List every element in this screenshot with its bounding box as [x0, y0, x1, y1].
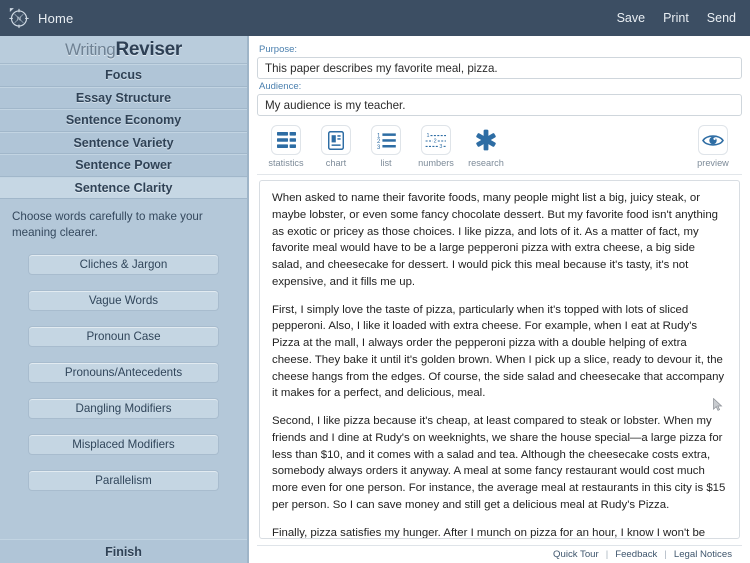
subnav-parallelism[interactable]: Parallelism — [28, 469, 219, 491]
tool-numbers[interactable]: 1 2 3 numbers — [411, 125, 461, 168]
app-logo: WritingReviser — [0, 36, 247, 64]
top-bar-actions: Save Print Send — [617, 11, 736, 25]
tool-preview[interactable]: preview — [688, 125, 738, 168]
tool-list-label: list — [380, 158, 392, 168]
footer-separator: | — [664, 549, 667, 560]
tool-chart-label: chart — [325, 158, 347, 168]
logo-text-light: Writing — [64, 39, 116, 59]
home-label: Home — [38, 10, 74, 26]
tool-chart[interactable]: chart — [311, 125, 361, 168]
svg-text:3: 3 — [439, 144, 442, 149]
sidebar: WritingReviser Focus Essay Structure Sen… — [0, 36, 248, 563]
sidebar-item-sentence-power[interactable]: Sentence Power — [0, 154, 247, 177]
tool-bar: statistics chart 1 2 3 list 1 2 3 number… — [257, 116, 742, 175]
subnav-misplaced-modifiers[interactable]: Misplaced Modifiers — [28, 433, 219, 455]
purpose-label: Purpose: — [259, 44, 298, 55]
sidebar-item-sentence-variety[interactable]: Sentence Variety — [0, 131, 247, 154]
app-body: WritingReviser Focus Essay Structure Sen… — [0, 36, 750, 563]
sidebar-item-sentence-clarity[interactable]: Sentence Clarity — [0, 176, 247, 199]
essay-paragraph: First, I simply love the taste of pizza,… — [272, 303, 725, 400]
sidebar-item-focus[interactable]: Focus — [0, 64, 247, 87]
main-panel: Purpose: Audience: — [248, 36, 750, 563]
subnav-pronouns-antecedents[interactable]: Pronouns/Antecedents — [28, 361, 219, 383]
compass-icon: N — [9, 8, 29, 29]
tool-statistics[interactable]: statistics — [261, 125, 311, 168]
audience-label: Audience: — [259, 81, 302, 92]
svg-text:1: 1 — [427, 133, 430, 139]
sidebar-subnav: Cliches & Jargon Vague Words Pronoun Cas… — [0, 250, 247, 539]
essay-textarea[interactable]: When asked to name their favorite foods,… — [259, 180, 740, 539]
research-asterisk-icon — [471, 125, 501, 155]
logo-text: WritingReviser — [65, 39, 182, 61]
tool-preview-label: preview — [697, 158, 729, 168]
chart-icon — [321, 125, 351, 155]
section-description: Choose words carefully to make your mean… — [0, 199, 247, 250]
audience-input[interactable] — [257, 94, 742, 116]
list-icon: 1 2 3 — [371, 125, 401, 155]
svg-text:N: N — [17, 16, 21, 22]
logo-text-bold: Reviser — [115, 38, 183, 60]
tool-numbers-label: numbers — [418, 158, 454, 168]
subnav-dangling-modifiers[interactable]: Dangling Modifiers — [28, 397, 219, 419]
tool-list[interactable]: 1 2 3 list — [361, 125, 411, 168]
tool-research-label: research — [468, 158, 504, 168]
sidebar-item-essay-structure[interactable]: Essay Structure — [0, 86, 247, 109]
eye-icon — [698, 125, 728, 155]
save-button[interactable]: Save — [617, 11, 646, 25]
writing-reviser-app: N Home Save Print Send WritingReviser Fo… — [0, 0, 750, 563]
subnav-vague-words[interactable]: Vague Words — [28, 289, 219, 311]
finish-button[interactable]: Finish — [0, 539, 247, 563]
home-button[interactable]: N Home — [8, 7, 73, 29]
send-button[interactable]: Send — [707, 11, 736, 25]
legal-notices-link[interactable]: Legal Notices — [674, 549, 732, 560]
subnav-cliches-jargon[interactable]: Cliches & Jargon — [28, 253, 219, 275]
statistics-icon — [271, 125, 301, 155]
svg-text:3: 3 — [377, 145, 381, 149]
svg-text:2: 2 — [434, 138, 437, 144]
essay-paragraph: Finally, pizza satisfies my hunger. Afte… — [272, 526, 706, 539]
feedback-link[interactable]: Feedback — [615, 549, 657, 560]
footer-separator: | — [605, 549, 609, 560]
sidebar-item-sentence-economy[interactable]: Sentence Economy — [0, 109, 247, 132]
subnav-pronoun-case[interactable]: Pronoun Case — [28, 325, 219, 347]
tool-research[interactable]: research — [461, 125, 511, 168]
essay-paragraph: Second, I like pizza because it's cheap,… — [272, 415, 726, 512]
footer: Quick Tour | Feedback | Legal Notices — [257, 545, 742, 563]
sidebar-nav: Focus Essay Structure Sentence Economy S… — [0, 64, 247, 199]
essay-area: When asked to name their favorite foods,… — [257, 175, 742, 545]
print-button[interactable]: Print — [663, 11, 689, 25]
numbers-icon: 1 2 3 — [421, 125, 451, 155]
top-bar: N Home Save Print Send — [0, 0, 750, 36]
purpose-input[interactable] — [257, 57, 742, 79]
tool-statistics-label: statistics — [268, 158, 304, 168]
essay-paragraph: When asked to name their favorite foods,… — [272, 192, 719, 288]
quick-tour-link[interactable]: Quick Tour — [553, 549, 599, 560]
